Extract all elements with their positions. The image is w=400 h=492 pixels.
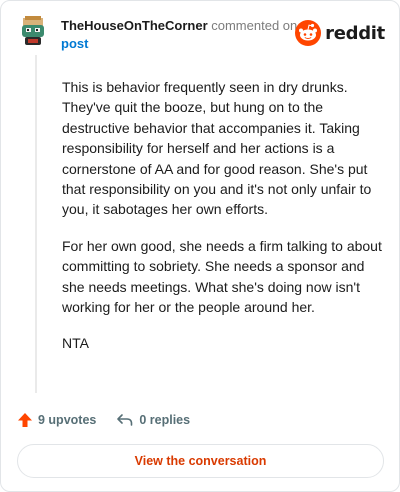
comment-paragraph-3: NTA — [62, 335, 89, 352]
upvote-button[interactable]: 9 upvotes — [17, 412, 96, 428]
reddit-snoo-icon — [295, 20, 322, 46]
comment-body: This is behavior frequently seen in dry … — [62, 77, 384, 370]
reply-button[interactable]: 0 replies — [116, 412, 190, 428]
reddit-comment-card: TheHouseOnTheCorner commented on post re… — [0, 0, 400, 492]
reply-arrow-icon — [117, 414, 133, 426]
post-link[interactable]: post — [61, 35, 301, 53]
comment-header: TheHouseOnTheCorner commented on post re… — [17, 15, 385, 55]
comment-actions: 9 upvotes 0 replies — [17, 410, 210, 430]
reply-count: 0 replies — [139, 413, 191, 427]
comment-meta: TheHouseOnTheCorner commented on post — [61, 17, 301, 53]
comment-paragraph-2: For her own good, she needs a firm talki… — [62, 237, 382, 316]
upvote-arrow-icon — [18, 413, 32, 427]
commented-on-label: commented on — [211, 18, 298, 33]
view-conversation-button[interactable]: View the conversation — [17, 444, 384, 478]
thread-line — [35, 55, 37, 393]
user-avatar[interactable] — [17, 15, 49, 47]
comment-paragraph-1: This is behavior frequently seen in dry … — [62, 79, 372, 218]
author-name[interactable]: TheHouseOnTheCorner — [61, 18, 208, 33]
upvote-count: 9 upvotes — [38, 413, 97, 427]
reddit-wordmark: reddit — [325, 22, 385, 44]
reddit-logo[interactable]: reddit — [295, 19, 385, 47]
